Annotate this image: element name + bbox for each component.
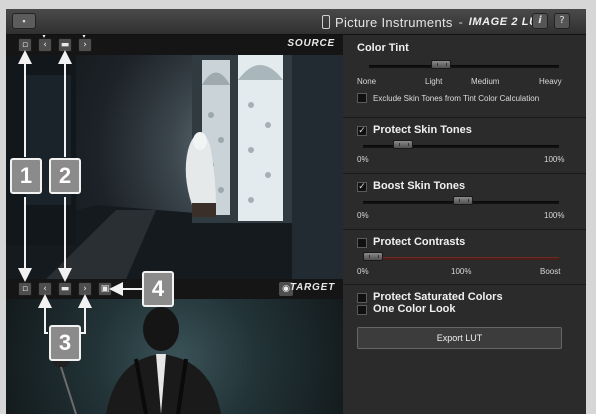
contrasts-tick-min: 0% <box>357 267 369 276</box>
color-tint-track[interactable] <box>369 65 559 68</box>
protect-skin-slider[interactable] <box>393 140 413 149</box>
title-separator: - <box>458 15 463 29</box>
app-title: Picture Instruments - IMAGE 2 LUT <box>322 14 545 30</box>
protect-saturated-label: Protect Saturated Colors <box>373 291 503 303</box>
boost-skin-label: Boost Skin Tones <box>373 180 466 192</box>
color-tint-section: Color Tint None Light Medium Heavy Exclu… <box>343 35 586 118</box>
boost-skin-max: 100% <box>544 211 565 220</box>
protect-skin-min: 0% <box>357 155 369 164</box>
protect-skin-checkbox[interactable]: ✓ <box>357 126 367 136</box>
protect-contrasts-section: Protect Contrasts 0% 100% Boost <box>343 230 586 285</box>
contrasts-tick-max: Boost <box>540 267 561 276</box>
image-panel: ▫ ‹ ▬ › SOURCE ▫ ‹ ▬ › ▣ ◉ TARGET 1 2 3 … <box>6 35 343 414</box>
brand-logo-icon <box>322 15 330 29</box>
controls-panel: Color Tint None Light Medium Heavy Exclu… <box>343 35 586 414</box>
tint-tick-none: None <box>357 77 377 86</box>
boost-skin-slider[interactable] <box>453 196 473 205</box>
export-lut-button[interactable]: Export LUT <box>357 327 562 349</box>
exclude-skin-checkbox[interactable] <box>357 93 367 103</box>
boost-skin-section: ✓ Boost Skin Tones 0% 100% <box>343 174 586 230</box>
tint-tick-heavy: Heavy <box>539 77 562 86</box>
exclude-skin-label: Exclude Skin Tones from Tint Color Calcu… <box>373 94 540 103</box>
window-menu-button[interactable]: ▪ <box>12 13 36 29</box>
boost-skin-min: 0% <box>357 211 369 220</box>
misc-options-section: Protect Saturated Colors One Color Look <box>343 285 586 315</box>
tint-tick-medium: Medium <box>471 77 500 86</box>
callout-2: 2 <box>49 158 81 194</box>
tint-tick-light: Light <box>425 77 443 86</box>
protect-contrasts-slider[interactable] <box>363 252 383 261</box>
title-bar: ▪ Picture Instruments - IMAGE 2 LUT i ? <box>6 9 586 35</box>
protect-skin-label: Protect Skin Tones <box>373 124 472 136</box>
callout-1: 1 <box>10 158 42 194</box>
app-window: ▪ Picture Instruments - IMAGE 2 LUT i ? … <box>6 9 586 414</box>
info-button[interactable]: i <box>532 13 548 29</box>
callout-4: 4 <box>142 271 174 307</box>
one-color-label: One Color Look <box>373 303 456 315</box>
callout-3: 3 <box>49 325 81 361</box>
color-tint-title: Color Tint <box>357 42 409 54</box>
protect-contrasts-track[interactable] <box>363 257 559 260</box>
contrasts-tick-mid: 100% <box>451 267 472 276</box>
protect-contrasts-label: Protect Contrasts <box>373 236 466 248</box>
protect-contrasts-checkbox[interactable] <box>357 238 367 248</box>
brand-name: Picture Instruments <box>335 14 453 30</box>
protect-skin-section: ✓ Protect Skin Tones 0% 100% <box>343 118 586 174</box>
one-color-checkbox[interactable] <box>357 305 367 315</box>
protect-saturated-checkbox[interactable] <box>357 293 367 303</box>
protect-skin-max: 100% <box>544 155 565 164</box>
boost-skin-checkbox[interactable]: ✓ <box>357 182 367 192</box>
color-tint-slider[interactable] <box>431 60 451 69</box>
help-button[interactable]: ? <box>554 13 570 29</box>
